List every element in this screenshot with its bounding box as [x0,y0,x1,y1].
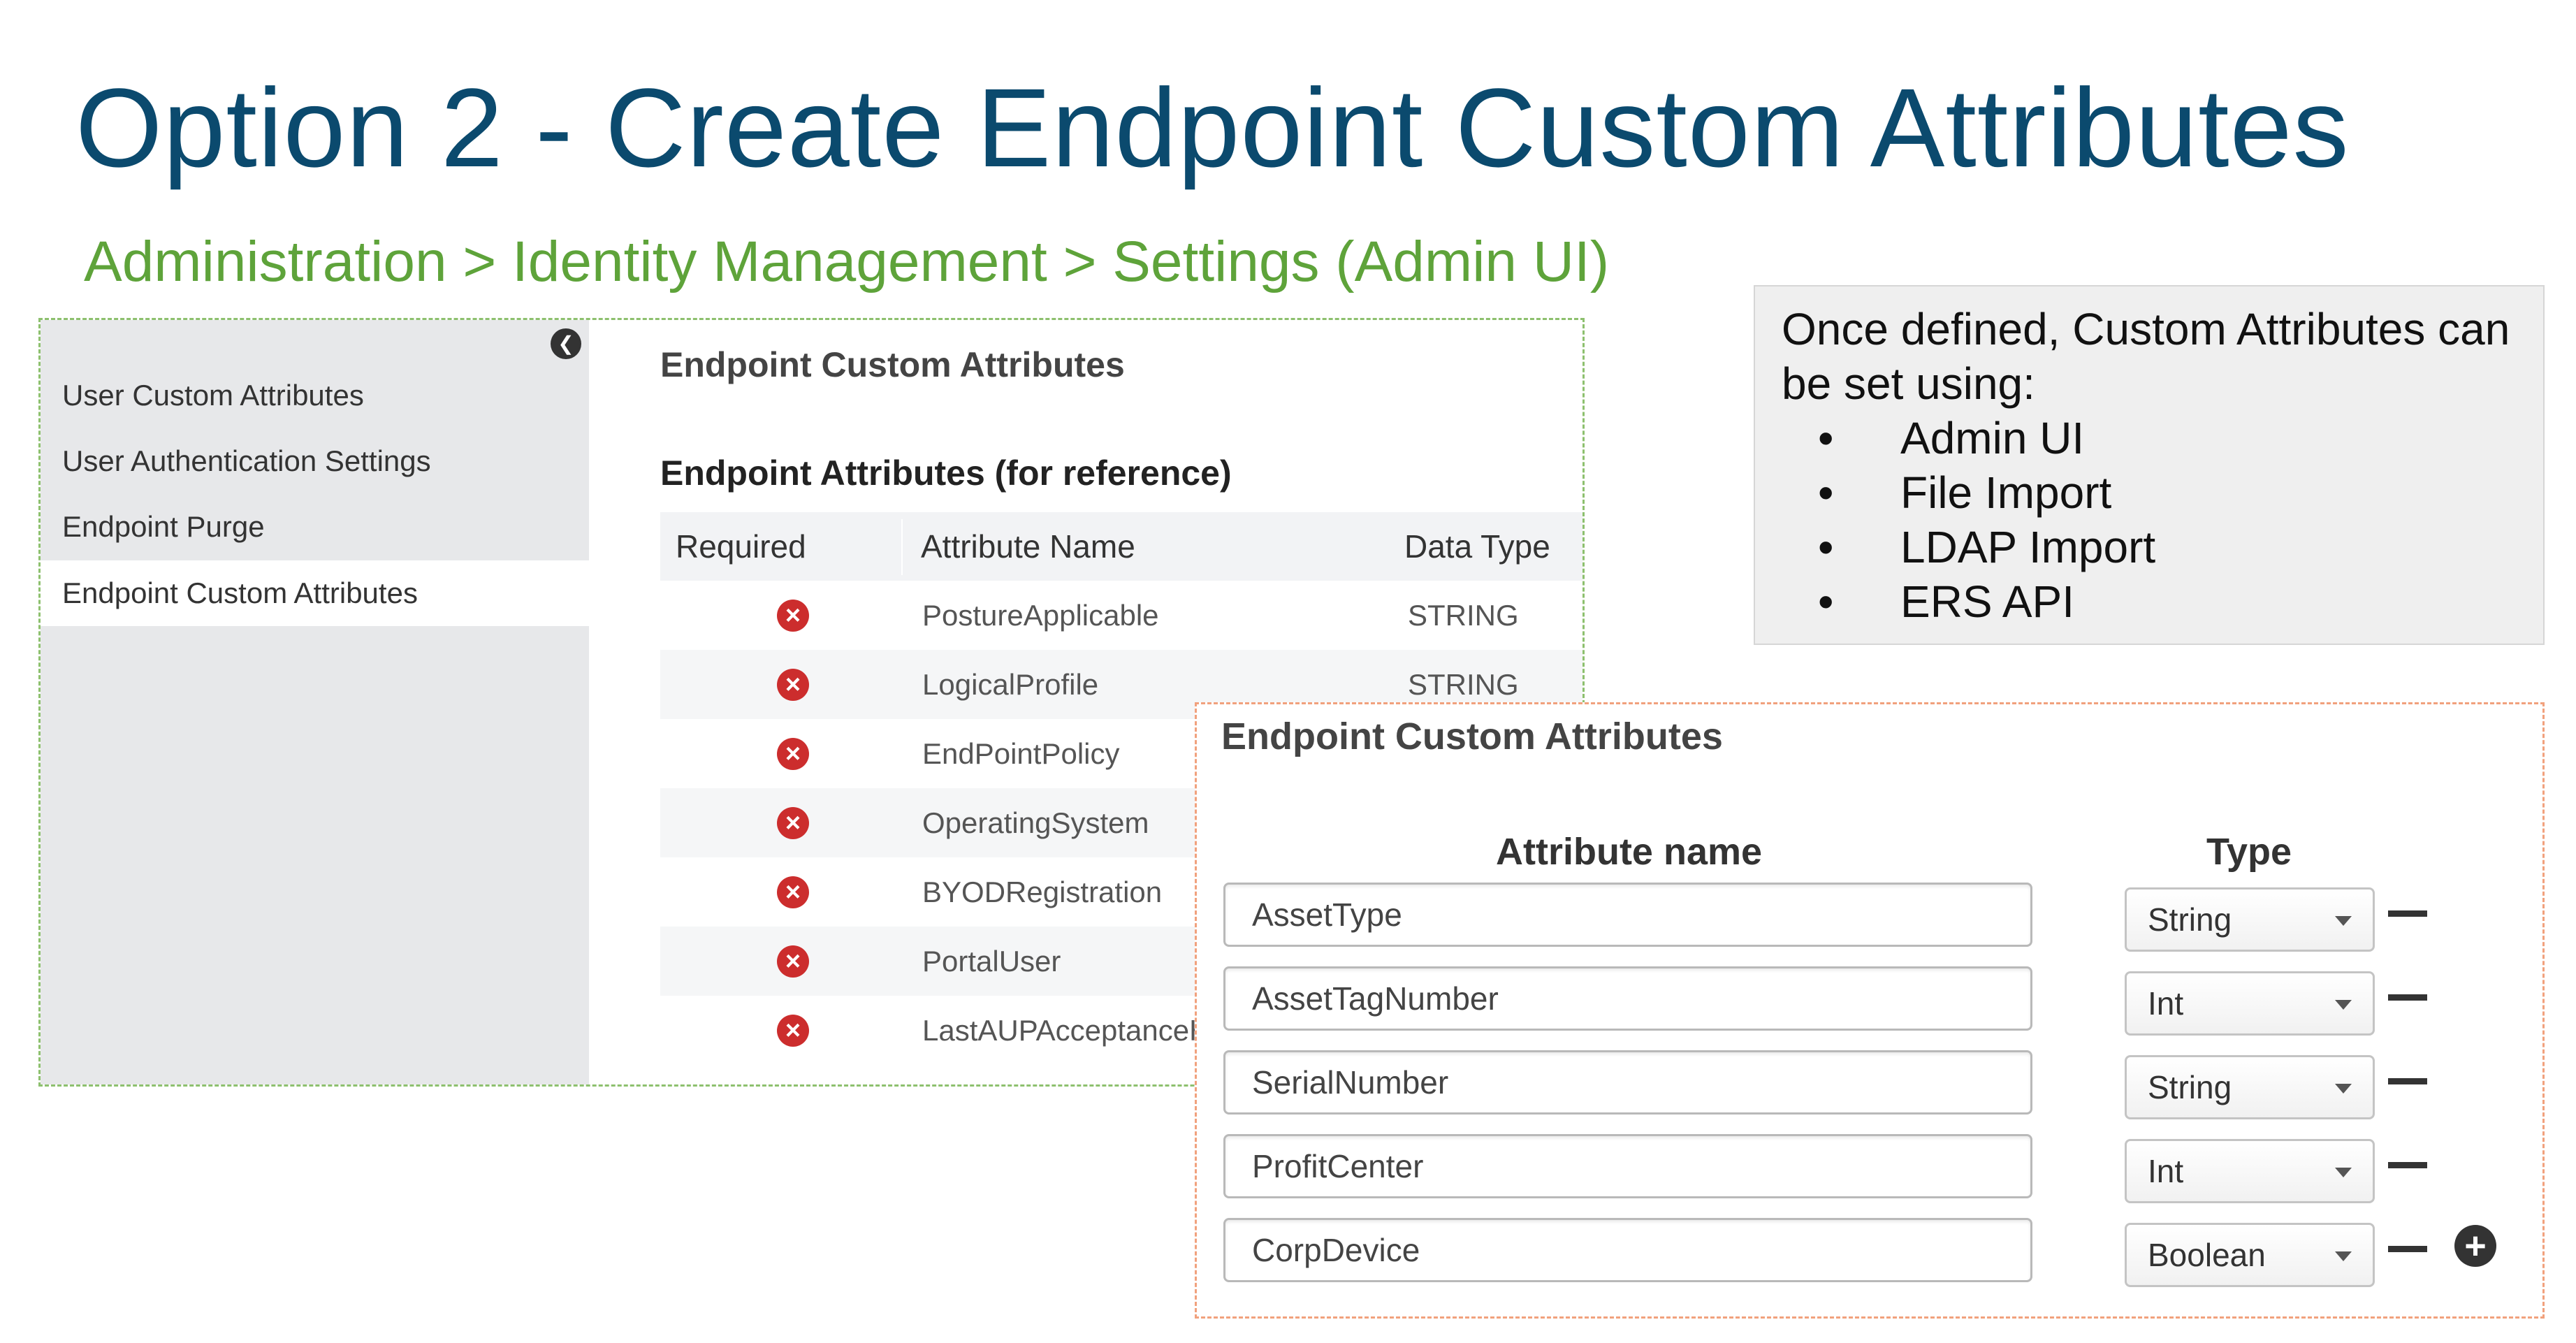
required-x-icon: × [777,600,809,632]
dropdown-caret-icon [2335,1084,2352,1094]
remove-row-icon[interactable] [2388,1078,2427,1084]
dropdown-caret-icon [2335,1168,2352,1177]
sidebar-item-user-custom-attributes[interactable]: User Custom Attributes [41,363,589,428]
custom-attributes-editor: Endpoint Custom Attributes Attribute nam… [1195,702,2545,1319]
attribute-name-column-header: Attribute name [1496,831,1763,873]
attribute-type-select[interactable]: String [2125,887,2375,952]
required-x-icon: × [777,738,809,770]
attribute-name-input[interactable]: AssetTagNumber [1223,966,2032,1031]
editor-title: Endpoint Custom Attributes [1221,716,1723,757]
select-value: String [2148,1069,2232,1105]
table-header-row: Required Attribute Name Data Type [660,512,1582,581]
bullet-icon: • [1818,467,1834,518]
bullet-icon: • [1818,522,1834,572]
column-header-required[interactable]: Required [676,512,806,581]
sidebar-item-endpoint-purge[interactable]: Endpoint Purge [41,494,589,560]
attribute-name-cell: OperatingSystem [922,806,1149,839]
bullet-icon: • [1818,413,1834,463]
add-row-icon[interactable]: + [2454,1225,2496,1267]
remove-row-icon[interactable] [2388,1162,2427,1168]
remove-row-icon[interactable] [2388,1246,2427,1252]
reference-table-heading: Endpoint Attributes (for reference) [660,453,1232,493]
info-item-ldap-import: LDAP Import [1900,522,2156,572]
collapse-sidebar-icon[interactable]: ❮ [551,328,581,359]
info-item-file-import: File Import [1900,467,2112,518]
remove-row-icon[interactable] [2388,910,2427,917]
slide-title: Option 2 - Create Endpoint Custom Attrib… [75,65,2350,190]
select-value: String [2148,901,2232,938]
attribute-name-cell: EndPointPolicy [922,737,1120,770]
required-x-icon: × [777,945,809,978]
column-header-data-type[interactable]: Data Type [1404,512,1550,581]
attribute-name-input[interactable]: ProfitCenter [1223,1134,2032,1198]
info-item-admin-ui: Admin UI [1900,413,2085,463]
attribute-type-select[interactable]: Int [2125,1139,2375,1203]
dropdown-caret-icon [2335,1251,2352,1261]
table-row: × PostureApplicable STRING [660,581,1582,650]
attribute-type-select[interactable]: Boolean [2125,1223,2375,1287]
info-callout: Once defined, Custom Attributes can be s… [1754,285,2545,645]
breadcrumb: Administration > Identity Management > S… [84,230,1610,293]
sidebar-item-user-authentication-settings[interactable]: User Authentication Settings [41,428,589,494]
attribute-name-cell: LastAUPAcceptanceH [922,1014,1211,1047]
dropdown-caret-icon [2335,1000,2352,1010]
sidebar-item-endpoint-custom-attributes[interactable]: Endpoint Custom Attributes [41,560,589,626]
page-heading: Endpoint Custom Attributes [660,345,1125,384]
attribute-name-cell: PortalUser [922,945,1061,978]
attribute-name-cell: PostureApplicable [922,599,1159,632]
attribute-name-input[interactable]: AssetType [1223,883,2032,947]
data-type-cell: STRING [1408,599,1519,632]
settings-sidebar: ❮ User Custom Attributes User Authentica… [41,320,589,1084]
info-intro-text: Once defined, Custom Attributes can be s… [1782,304,2510,409]
select-value: Int [2148,985,2184,1022]
attribute-name-cell: LogicalProfile [922,668,1099,701]
column-header-attribute-name[interactable]: Attribute Name [921,512,1135,581]
column-divider [901,519,903,575]
attribute-type-select[interactable]: Int [2125,971,2375,1036]
attribute-type-select[interactable]: String [2125,1055,2375,1119]
bullet-icon: • [1818,576,1834,627]
info-item-ers-api: ERS API [1900,576,2074,627]
remove-row-icon[interactable] [2388,994,2427,1001]
attribute-name-input[interactable]: SerialNumber [1223,1050,2032,1115]
required-x-icon: × [777,807,809,839]
required-x-icon: × [777,1015,809,1047]
select-value: Int [2148,1153,2184,1189]
dropdown-caret-icon [2335,916,2352,926]
select-value: Boolean [2148,1237,2266,1273]
required-x-icon: × [777,669,809,701]
attribute-name-cell: BYODRegistration [922,876,1163,908]
required-x-icon: × [777,876,809,908]
type-column-header: Type [2206,831,2292,873]
attribute-name-input[interactable]: CorpDevice [1223,1218,2032,1282]
